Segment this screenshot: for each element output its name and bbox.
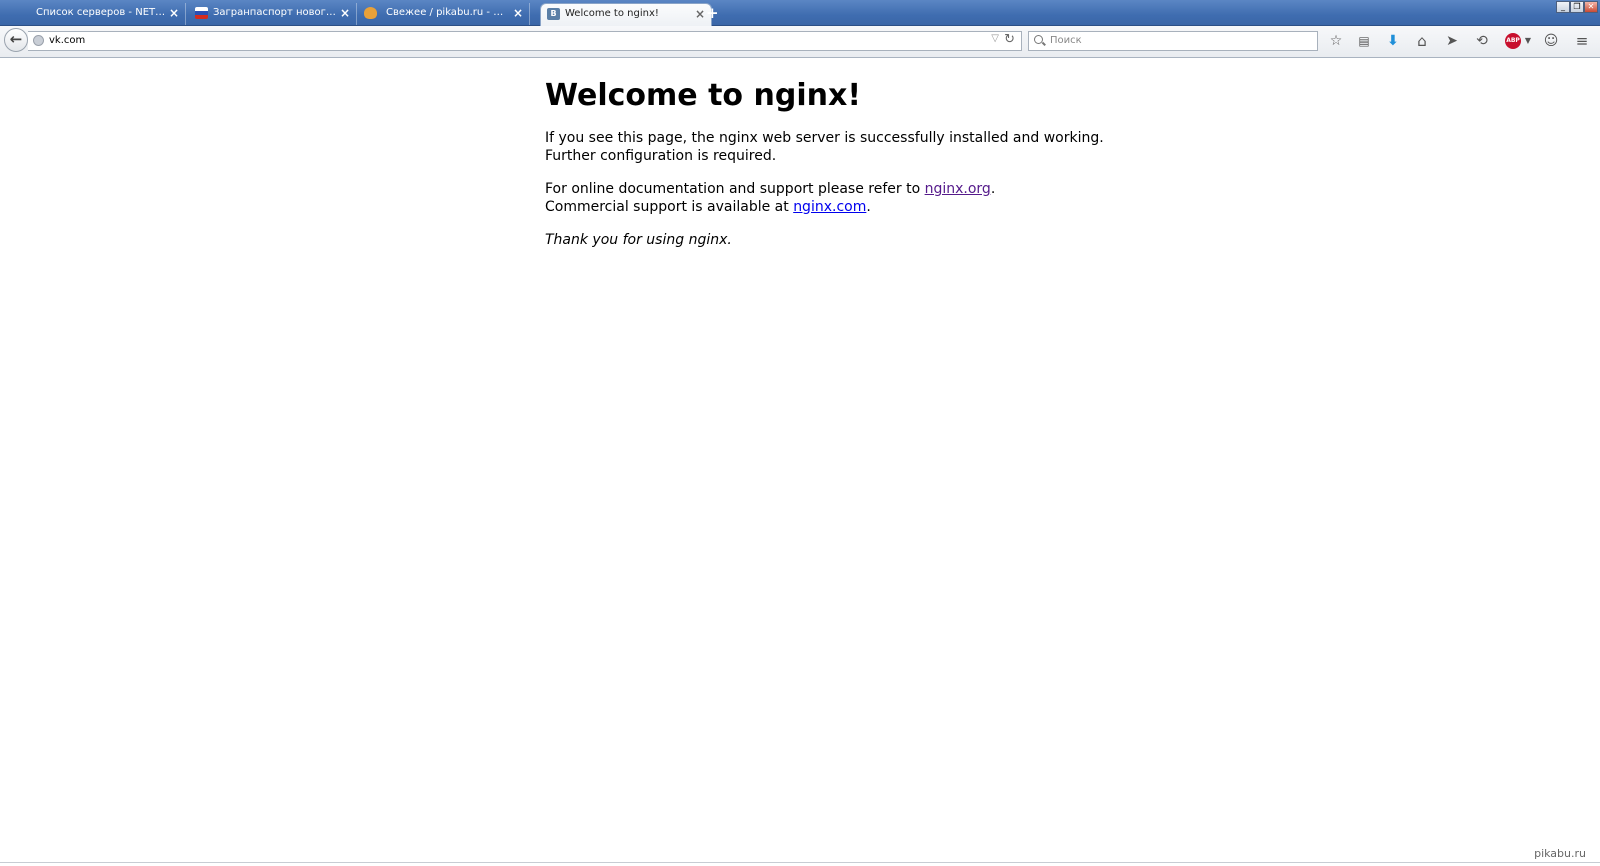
close-tab-icon[interactable]: × bbox=[513, 3, 523, 23]
reload-icon[interactable]: ↻ bbox=[1004, 32, 1015, 47]
page-title: Welcome to nginx! bbox=[545, 78, 861, 113]
pikabu-icon bbox=[364, 7, 377, 19]
tab-title: Свежее / pikabu.ru - Все bbox=[386, 7, 510, 18]
intro-paragraph: If you see this page, the nginx web serv… bbox=[545, 130, 1145, 165]
status-divider bbox=[0, 862, 1600, 863]
close-tab-icon[interactable]: × bbox=[169, 3, 179, 23]
reading-list-icon[interactable]: ▤ bbox=[1354, 32, 1374, 50]
chat-icon[interactable]: ☺ bbox=[1541, 32, 1561, 50]
vk-icon: B bbox=[547, 8, 560, 20]
back-button[interactable]: ← bbox=[4, 28, 28, 52]
close-window-button[interactable]: ✕ bbox=[1584, 1, 1598, 13]
tab-nginx-welcome[interactable]: B Welcome to nginx! × bbox=[540, 3, 712, 26]
search-bar[interactable]: Поиск bbox=[1028, 31, 1318, 51]
commercial-suffix: . bbox=[866, 198, 871, 215]
support-paragraph: For online documentation and support ple… bbox=[545, 181, 1145, 216]
bookmark-star-icon[interactable]: ☆ bbox=[1326, 32, 1346, 50]
new-tab-button[interactable]: + bbox=[706, 4, 719, 22]
intro-line-2: Further configuration is required. bbox=[545, 147, 777, 164]
search-icon bbox=[1034, 35, 1043, 44]
commercial-text: Commercial support is available at bbox=[545, 198, 794, 215]
home-icon[interactable]: ⌂ bbox=[1412, 32, 1432, 50]
docs-text: For online documentation and support ple… bbox=[545, 181, 925, 197]
navigation-toolbar: ← vk.com ▽ ↻ Поиск ☆ ▤ ⬇ ⌂ ➤ ⟲ ABP ▼ ☺ ≡ bbox=[0, 26, 1600, 58]
send-icon[interactable]: ➤ bbox=[1442, 32, 1462, 50]
restore-button[interactable]: ❐ bbox=[1570, 1, 1584, 13]
close-tab-icon[interactable]: × bbox=[340, 3, 350, 23]
tab-pikabu[interactable]: Свежее / pikabu.ru - Все × bbox=[358, 3, 530, 25]
intro-line-1: If you see this page, the nginx web serv… bbox=[545, 130, 1104, 146]
chevron-down-icon[interactable]: ▼ bbox=[1518, 32, 1538, 50]
tab-title: Загранпаспорт нового поко... bbox=[213, 7, 337, 18]
url-bar[interactable]: vk.com ▽ ↻ bbox=[28, 31, 1022, 51]
tab-title: Welcome to nginx! bbox=[565, 8, 659, 19]
url-text[interactable]: vk.com bbox=[49, 35, 85, 46]
close-tab-icon[interactable]: × bbox=[695, 4, 705, 24]
menu-icon[interactable]: ≡ bbox=[1572, 32, 1592, 50]
tab-network-servers[interactable]: Список серверов - NETWOR... × bbox=[28, 3, 186, 25]
watermark: pikabu.ru bbox=[1534, 847, 1586, 860]
nginx-org-link[interactable]: nginx.org bbox=[925, 181, 991, 197]
search-placeholder: Поиск bbox=[1050, 35, 1082, 46]
docs-suffix: . bbox=[990, 181, 996, 197]
minimize-button[interactable]: _ bbox=[1556, 1, 1570, 13]
tab-strip: Список серверов - NETWOR... × Загранпасп… bbox=[0, 0, 1600, 26]
thanks-paragraph: Thank you for using nginx. bbox=[545, 232, 1145, 250]
thanks-text: Thank you for using nginx. bbox=[545, 232, 732, 248]
tab-title: Список серверов - NETWOR... bbox=[36, 7, 168, 18]
russian-flag-icon bbox=[195, 7, 208, 19]
history-icon[interactable]: ⟲ bbox=[1472, 32, 1492, 50]
globe-icon bbox=[33, 35, 44, 46]
tab-passport[interactable]: Загранпаспорт нового поко... × bbox=[187, 3, 357, 25]
downloads-icon[interactable]: ⬇ bbox=[1383, 32, 1403, 50]
nginx-com-link[interactable]: nginx.com bbox=[793, 199, 866, 215]
dropdown-arrow-icon[interactable]: ▽ bbox=[991, 33, 999, 44]
page-content: Welcome to nginx! If you see this page, … bbox=[545, 58, 1145, 250]
